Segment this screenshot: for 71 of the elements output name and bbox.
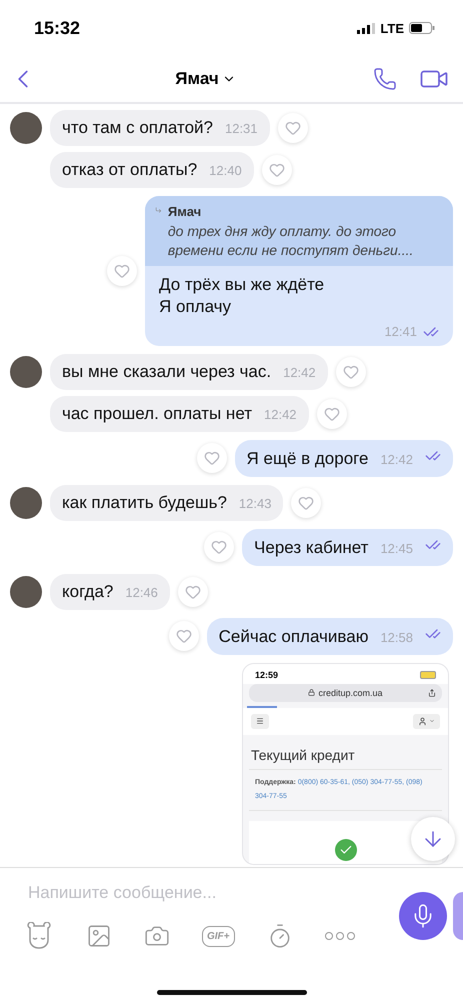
heart-icon (176, 628, 192, 644)
message-text: Через кабинет (254, 538, 368, 558)
network-label: LTE (380, 20, 404, 36)
status-time: 12:59 (255, 670, 278, 680)
lock-icon (308, 689, 316, 696)
message-time: 12:42 (283, 364, 316, 380)
heart-icon (268, 162, 285, 178)
menu-icon[interactable] (251, 714, 269, 729)
heart-icon (211, 539, 228, 556)
message-text: когда? (62, 582, 114, 602)
quote-author: Ямач (168, 204, 202, 219)
gallery-button[interactable] (86, 923, 112, 949)
page-heading: Текущий кредит (250, 746, 356, 765)
avatar[interactable] (10, 576, 42, 608)
call-button[interactable] (373, 67, 397, 91)
avatar[interactable] (10, 112, 42, 144)
message-text: отказ от оплаты? (62, 160, 198, 180)
message-time: 12:45 (380, 540, 413, 556)
heart-icon (298, 494, 314, 511)
heart-icon (324, 406, 340, 422)
more-button[interactable] (324, 932, 355, 940)
like-button[interactable] (336, 356, 366, 387)
message-time: 12:40 (209, 163, 242, 178)
microphone-button[interactable] (399, 892, 447, 940)
message-text: Сейчас оплачиваю (218, 626, 368, 647)
avatar[interactable] (10, 356, 42, 388)
share-icon[interactable] (428, 688, 436, 697)
message-time: 12:42 (264, 406, 297, 422)
like-button[interactable] (262, 155, 292, 185)
like-button[interactable] (204, 532, 234, 562)
url-text: creditup.com.ua (318, 688, 383, 698)
like-button[interactable] (168, 621, 199, 652)
avatar[interactable] (10, 486, 42, 519)
quoted-message[interactable]: Ямач до трех дня жду оплату. до этого времени если не поступят деньги.... (145, 196, 453, 266)
message-text: час прошел. оплаты нет (62, 404, 252, 424)
message-text: вы мне сказали через час. (62, 362, 272, 382)
message-time: 12:58 (380, 630, 413, 645)
like-button[interactable] (178, 576, 208, 607)
message-time: 12:41 (384, 324, 417, 340)
like-button[interactable] (107, 256, 137, 286)
message-time: 12:31 (224, 121, 258, 136)
message-text: До трёх вы же ждёте (159, 274, 326, 296)
progress-line (247, 706, 277, 708)
like-button[interactable] (291, 488, 322, 518)
heart-icon (114, 262, 130, 279)
phone-icon (373, 67, 397, 91)
message-time: 12:46 (125, 584, 158, 600)
message-text: Я ещё в дороге (246, 448, 368, 469)
like-button[interactable] (278, 113, 308, 143)
user-icon[interactable] (413, 714, 440, 729)
action-button[interactable] (453, 892, 463, 940)
heart-icon (184, 584, 201, 600)
heart-icon (342, 364, 359, 380)
battery-icon (409, 22, 435, 34)
signal-icon (357, 22, 376, 34)
message-text: Я оплачу (159, 296, 232, 318)
chat-title[interactable]: Ямач (38, 69, 373, 89)
address-bar[interactable]: creditup.com.ua (249, 684, 442, 702)
image-icon (86, 923, 112, 949)
check-icon (334, 838, 356, 861)
like-button[interactable] (196, 443, 226, 474)
message-text: как платить будешь? (62, 492, 227, 513)
battery-icon (420, 670, 436, 679)
heart-icon (284, 120, 301, 136)
heart-icon (204, 450, 220, 466)
status-time: 15:32 (34, 18, 80, 38)
message-time: 12:42 (380, 452, 413, 467)
like-button[interactable] (316, 398, 347, 429)
message-time: 12:43 (238, 496, 272, 511)
quote-text: до трех дня жду оплату. до этого времени если не поступят деньги.... (168, 222, 414, 260)
message-text: что там с оплатой? (62, 118, 213, 138)
